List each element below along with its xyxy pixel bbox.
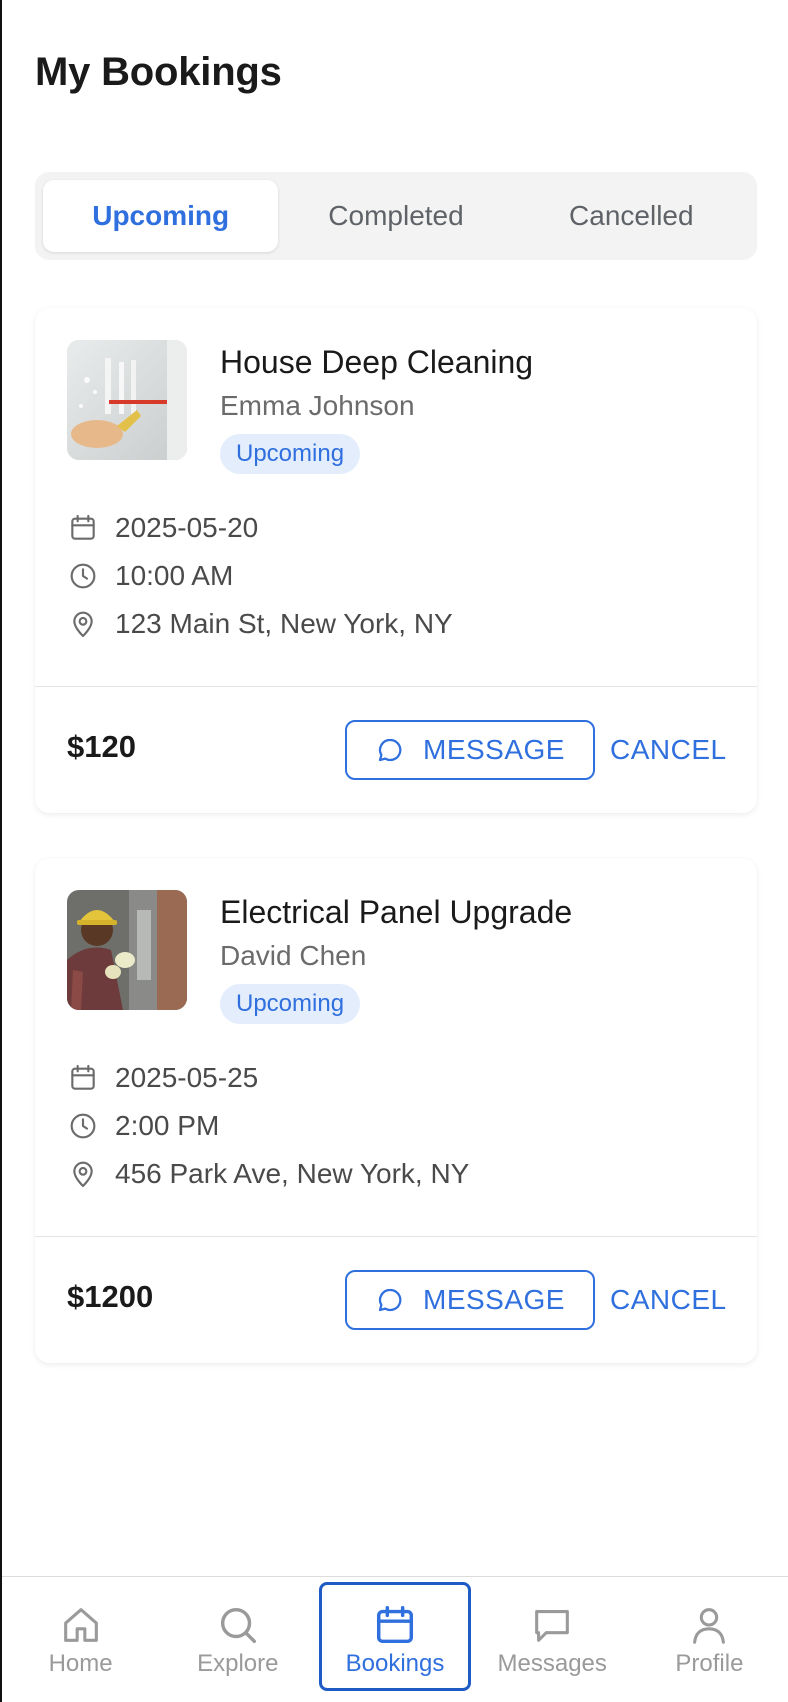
time-text: 2:00 PM — [115, 1110, 220, 1141]
calendar-icon — [67, 1062, 99, 1094]
address-text: 456 Park Ave, New York, NY — [115, 1158, 470, 1189]
home-icon — [58, 1602, 104, 1648]
nav-item-bookings[interactable]: Bookings — [316, 1577, 473, 1702]
booking-card[interactable]: House Deep Cleaning Emma Johnson Upcomin… — [35, 308, 757, 813]
nav-label: Profile — [675, 1649, 744, 1677]
nav-item-messages[interactable]: Messages — [474, 1577, 631, 1702]
message-button[interactable]: MESSAGE — [345, 720, 595, 780]
booking-date: 2025-05-20 — [67, 512, 258, 544]
clock-icon — [67, 1110, 99, 1142]
message-button-label: MESSAGE — [423, 1284, 565, 1315]
booking-address: 123 Main St, New York, NY — [67, 608, 453, 640]
bookings-screen: My Bookings Upcoming Completed Cancelled — [0, 0, 788, 1702]
service-image-electrician — [67, 890, 187, 1010]
date-text: 2025-05-25 — [115, 1062, 259, 1093]
nav-label: Home — [48, 1649, 113, 1677]
service-name: Electrical Panel Upgrade — [220, 894, 573, 930]
clock-icon — [67, 560, 99, 592]
service-image-cleaning — [67, 340, 187, 460]
cancel-button[interactable]: CANCEL — [610, 720, 727, 780]
person-icon — [686, 1602, 732, 1648]
booking-date: 2025-05-25 — [67, 1062, 258, 1094]
booking-time: 10:00 AM — [67, 560, 233, 592]
booking-card-actions: $1200 MESSAGE CANCEL — [35, 1237, 757, 1363]
tab-completed[interactable]: Completed — [278, 180, 513, 252]
message-button-label: MESSAGE — [423, 734, 565, 765]
cancel-button[interactable]: CANCEL — [610, 1270, 727, 1330]
location-pin-icon — [67, 608, 99, 640]
date-text: 2025-05-20 — [115, 512, 259, 543]
booking-address: 456 Park Ave, New York, NY — [67, 1158, 469, 1190]
page-title: My Bookings — [35, 50, 282, 94]
address-text: 123 Main St, New York, NY — [115, 608, 453, 639]
nav-label: Bookings — [345, 1649, 445, 1677]
booking-time: 2:00 PM — [67, 1110, 219, 1142]
calendar-icon — [67, 512, 99, 544]
booking-card-details: Electrical Panel Upgrade David Chen Upco… — [35, 858, 757, 1237]
nav-label: Explore — [197, 1649, 279, 1677]
price: $120 — [67, 729, 136, 764]
time-text: 10:00 AM — [115, 560, 234, 591]
nav-item-home[interactable]: Home — [2, 1577, 159, 1702]
status-badge: Upcoming — [220, 984, 361, 1024]
chat-bubble-icon — [375, 735, 405, 765]
search-icon — [215, 1602, 261, 1648]
booking-card[interactable]: Electrical Panel Upgrade David Chen Upco… — [35, 858, 757, 1363]
calendar-icon — [372, 1602, 418, 1648]
nav-item-explore[interactable]: Explore — [159, 1577, 316, 1702]
chat-icon — [529, 1602, 575, 1648]
booking-card-details: House Deep Cleaning Emma Johnson Upcomin… — [35, 308, 757, 687]
bottom-navigation: Home Explore Bookings Messages Profile — [2, 1576, 788, 1702]
chat-bubble-icon — [375, 1285, 405, 1315]
provider-name: Emma Johnson — [220, 390, 415, 421]
tab-cancelled[interactable]: Cancelled — [514, 180, 749, 252]
nav-item-profile[interactable]: Profile — [631, 1577, 788, 1702]
tab-upcoming[interactable]: Upcoming — [43, 180, 279, 252]
service-name: House Deep Cleaning — [220, 344, 534, 380]
price: $1200 — [67, 1279, 154, 1314]
location-pin-icon — [67, 1158, 99, 1190]
status-badge: Upcoming — [220, 434, 361, 474]
nav-label: Messages — [497, 1649, 607, 1677]
message-button[interactable]: MESSAGE — [345, 1270, 595, 1330]
booking-card-actions: $120 MESSAGE CANCEL — [35, 687, 757, 813]
booking-status-tabs: Upcoming Completed Cancelled — [35, 172, 757, 260]
provider-name: David Chen — [220, 940, 367, 971]
